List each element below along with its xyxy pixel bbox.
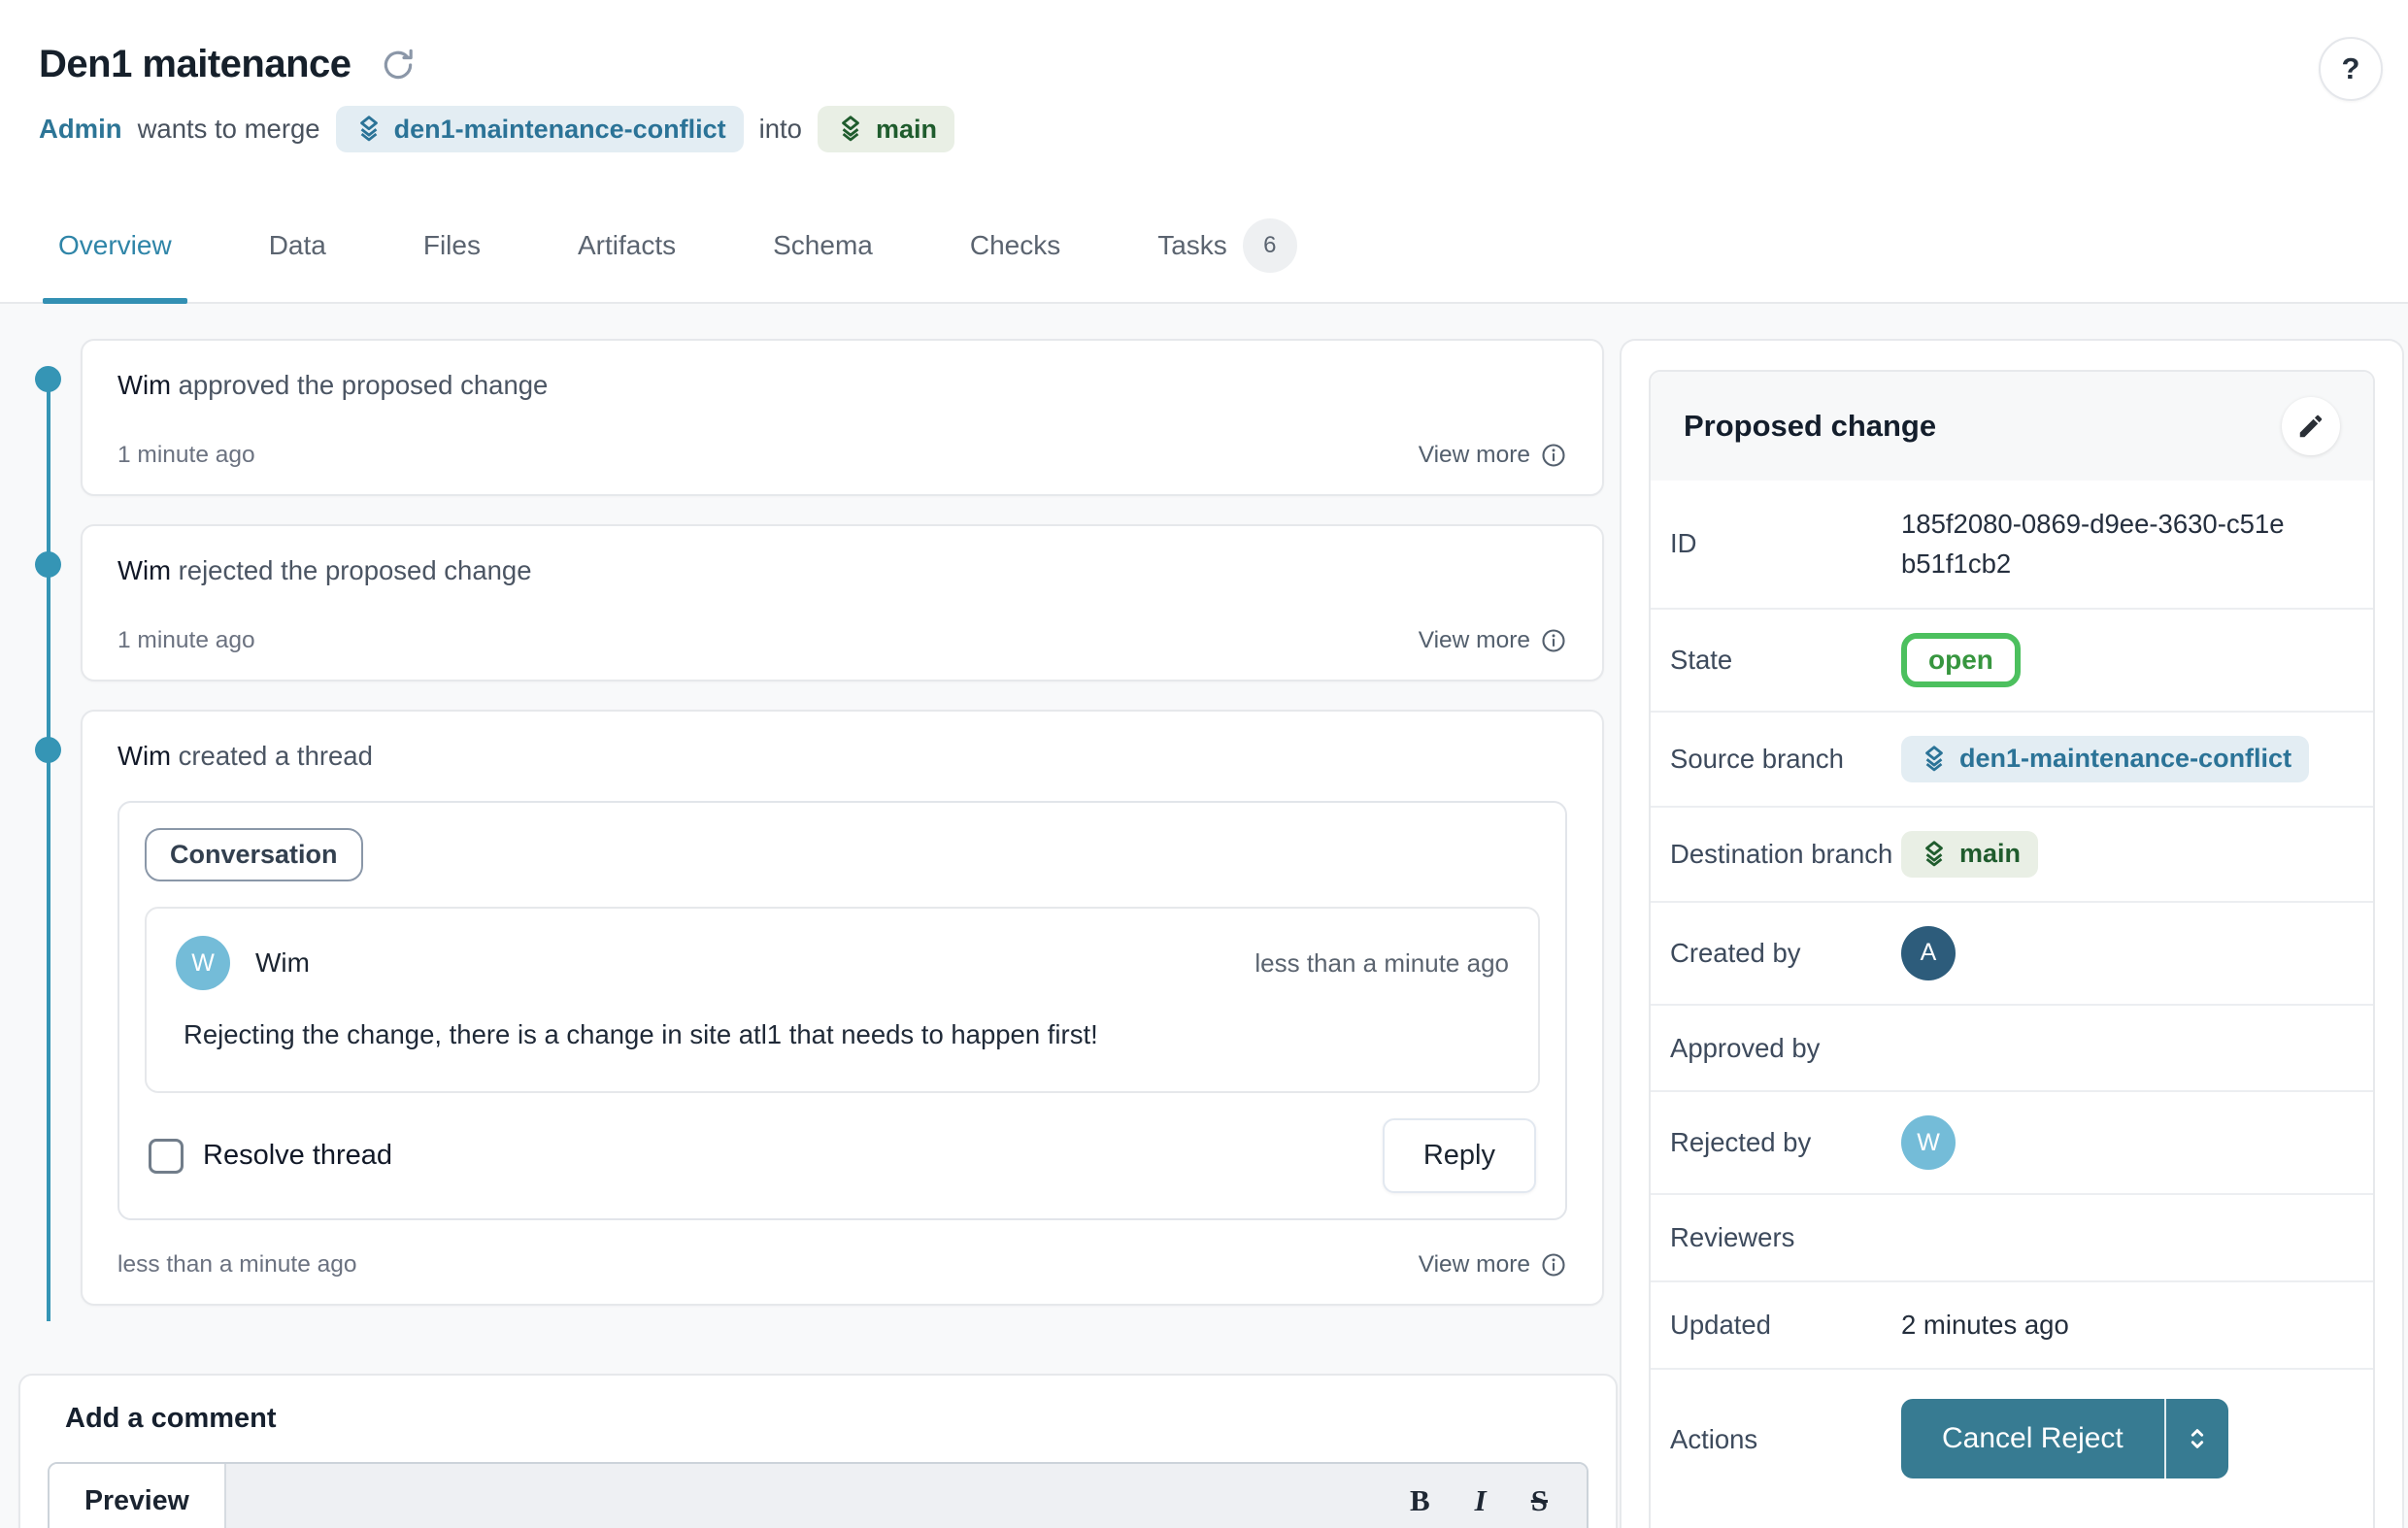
bold-icon[interactable]: B bbox=[1410, 1483, 1430, 1518]
refresh-icon[interactable] bbox=[377, 44, 419, 86]
strikethrough-icon[interactable]: S bbox=[1531, 1483, 1548, 1518]
destination-branch-label: main bbox=[876, 115, 937, 145]
view-more-button[interactable]: View more bbox=[1419, 1251, 1567, 1279]
merge-text: wants to merge bbox=[138, 114, 320, 145]
tab-overview[interactable]: Overview bbox=[54, 205, 176, 302]
destination-branch-badge[interactable]: main bbox=[1901, 831, 2038, 878]
event-card-rejected: Wim rejected the proposed change 1 minut… bbox=[81, 524, 1604, 681]
view-more-button[interactable]: View more bbox=[1419, 627, 1567, 654]
conversation-badge: Conversation bbox=[145, 828, 363, 881]
tab-files[interactable]: Files bbox=[419, 205, 485, 302]
timeline-dot bbox=[35, 551, 61, 578]
avatar: W bbox=[176, 936, 230, 990]
branch-icon bbox=[1919, 744, 1950, 775]
resolve-thread-checkbox[interactable] bbox=[149, 1139, 184, 1174]
avatar: A bbox=[1901, 926, 1956, 980]
comment-author: Wim bbox=[255, 947, 310, 979]
row-label-approved-by: Approved by bbox=[1670, 1029, 1901, 1068]
thread-box: Conversation W Wim less than a minute ag… bbox=[117, 801, 1567, 1220]
thread-comment: W Wim less than a minute ago Rejecting t… bbox=[145, 907, 1540, 1093]
unfold-icon bbox=[2182, 1423, 2213, 1454]
event-actor: Wim bbox=[117, 741, 171, 771]
updated-time: 2 minutes ago bbox=[1901, 1310, 2069, 1341]
info-icon bbox=[1540, 1251, 1567, 1279]
destination-branch-badge[interactable]: main bbox=[818, 106, 954, 152]
comment-text: Rejecting the change, there is a change … bbox=[176, 1019, 1509, 1064]
event-action: rejected the proposed change bbox=[179, 555, 532, 585]
thread-time: less than a minute ago bbox=[117, 1251, 357, 1279]
comment-time: less than a minute ago bbox=[1254, 948, 1509, 979]
source-branch-badge[interactable]: den1-maintenance-conflict bbox=[336, 106, 744, 152]
help-button[interactable]: ? bbox=[2319, 37, 2383, 101]
row-label-destination-branch: Destination branch bbox=[1670, 835, 1901, 874]
event-actor: Wim bbox=[117, 555, 171, 585]
event-actor: Wim bbox=[117, 370, 171, 400]
edit-button[interactable] bbox=[2282, 397, 2340, 455]
destination-branch-label: main bbox=[1959, 839, 2021, 869]
tab-artifacts[interactable]: Artifacts bbox=[574, 205, 680, 302]
resolve-thread-label: Resolve thread bbox=[203, 1140, 392, 1172]
event-time: 1 minute ago bbox=[117, 627, 255, 654]
add-comment-title: Add a comment bbox=[48, 1399, 1589, 1435]
cancel-reject-button[interactable]: Cancel Reject bbox=[1901, 1399, 2164, 1478]
view-more-label: View more bbox=[1419, 1251, 1530, 1279]
row-label-source-branch: Source branch bbox=[1670, 740, 1901, 779]
tasks-count-badge: 6 bbox=[1243, 218, 1297, 273]
comment-editor: Preview B I S bbox=[48, 1462, 1589, 1528]
branch-icon bbox=[353, 114, 385, 145]
tab-bar: Overview Data Files Artifacts Schema Che… bbox=[39, 205, 2369, 302]
tab-tasks-label: Tasks bbox=[1157, 230, 1227, 261]
source-branch-label: den1-maintenance-conflict bbox=[1959, 744, 2291, 774]
tab-preview[interactable]: Preview bbox=[50, 1464, 226, 1528]
page-header: Den1 maitenance ? Admin wants to merge d… bbox=[0, 0, 2408, 304]
panel-title: Proposed change bbox=[1684, 409, 1936, 444]
page-title: Den1 maitenance bbox=[39, 43, 351, 86]
avatar: W bbox=[1901, 1115, 1956, 1170]
info-icon bbox=[1540, 627, 1567, 654]
author-link[interactable]: Admin bbox=[39, 114, 122, 145]
tab-schema[interactable]: Schema bbox=[769, 205, 877, 302]
italic-icon[interactable]: I bbox=[1475, 1483, 1487, 1518]
branch-icon bbox=[1919, 839, 1950, 870]
tab-checks[interactable]: Checks bbox=[966, 205, 1064, 302]
row-label-updated: Updated bbox=[1670, 1306, 1901, 1345]
event-action: approved the proposed change bbox=[179, 370, 549, 400]
row-label-id: ID bbox=[1670, 524, 1901, 563]
view-more-label: View more bbox=[1419, 627, 1530, 654]
tab-data[interactable]: Data bbox=[265, 205, 330, 302]
proposal-id: 185f2080-0869-d9ee-3630-c51eb51f1cb2 bbox=[1901, 504, 2290, 584]
state-badge: open bbox=[1901, 633, 2021, 687]
event-card-approved: Wim approved the proposed change 1 minut… bbox=[81, 339, 1604, 496]
info-icon bbox=[1540, 442, 1567, 469]
sidebar-container: Proposed change ID 185f2080-0869-d9ee-36… bbox=[1620, 339, 2404, 1528]
branch-icon bbox=[835, 114, 866, 145]
event-time: 1 minute ago bbox=[117, 442, 255, 469]
into-text: into bbox=[759, 114, 802, 145]
merge-summary: Admin wants to merge den1-maintenance-co… bbox=[39, 106, 2369, 152]
view-more-label: View more bbox=[1419, 442, 1530, 469]
row-label-reviewers: Reviewers bbox=[1670, 1218, 1901, 1257]
timeline-dot bbox=[35, 737, 61, 763]
row-label-actions: Actions bbox=[1670, 1420, 1901, 1459]
timeline: Wim approved the proposed change 1 minut… bbox=[81, 339, 1604, 1306]
view-more-button[interactable]: View more bbox=[1419, 442, 1567, 469]
actions-dropdown-button[interactable] bbox=[2164, 1399, 2228, 1478]
source-branch-badge[interactable]: den1-maintenance-conflict bbox=[1901, 736, 2309, 782]
reply-button[interactable]: Reply bbox=[1383, 1118, 1536, 1193]
cancel-reject-split-button: Cancel Reject bbox=[1901, 1399, 2228, 1478]
tab-tasks[interactable]: Tasks 6 bbox=[1154, 205, 1301, 302]
row-label-created-by: Created by bbox=[1670, 934, 1901, 973]
thread-card: Wim created a thread Conversation W Wim … bbox=[81, 710, 1604, 1306]
pencil-icon bbox=[2296, 412, 2325, 441]
event-action: created a thread bbox=[179, 741, 373, 771]
row-label-rejected-by: Rejected by bbox=[1670, 1123, 1901, 1162]
row-label-state: State bbox=[1670, 641, 1901, 680]
proposed-change-panel: Proposed change ID 185f2080-0869-d9ee-36… bbox=[1649, 370, 2375, 1528]
timeline-dot bbox=[35, 366, 61, 392]
source-branch-label: den1-maintenance-conflict bbox=[394, 115, 726, 145]
add-comment-section: Add a comment Preview B I S bbox=[18, 1374, 1618, 1528]
